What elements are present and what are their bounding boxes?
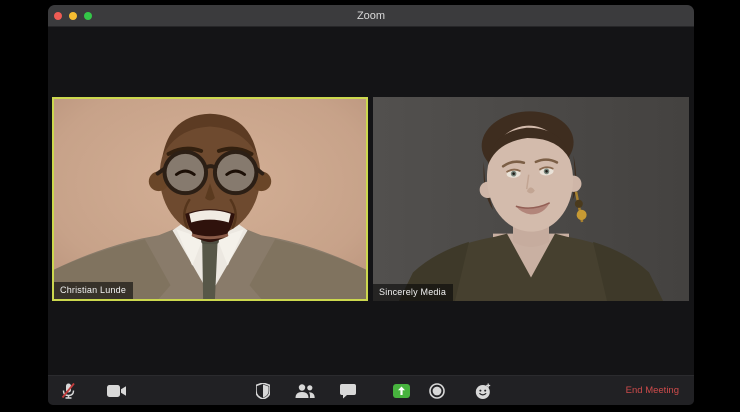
chat-bubble-icon [340,383,356,398]
shield-icon [256,383,270,399]
share-screen-button[interactable] [386,376,416,405]
end-meeting-button[interactable]: End Meeting [626,376,679,405]
meeting-toolbar: End Meeting [48,375,694,405]
record-button[interactable] [422,376,452,405]
start-video-button[interactable] [101,376,131,405]
share-screen-icon [392,384,410,398]
participant-name-label: Christian Lunde [54,282,134,299]
participant-video-sincerely-media [373,97,689,301]
record-icon [429,383,445,399]
video-camera-icon [106,385,126,397]
security-button[interactable] [248,376,278,405]
reactions-icon [475,383,490,399]
microphone-muted-icon [61,382,75,399]
video-tile-sincerely-media[interactable]: Sincerely Media [373,97,689,301]
titlebar: Zoom [48,5,694,27]
chat-button[interactable] [333,376,363,405]
participant-name-label: Sincerely Media [373,284,454,301]
video-stage: Christian Lunde Sincerely Media [48,27,694,375]
window-title: Zoom [356,10,386,22]
participants-icon [295,384,315,398]
reactions-button[interactable] [468,376,498,405]
participants-button[interactable] [290,376,320,405]
video-tile-christian-lunde[interactable]: Christian Lunde [52,97,368,301]
mute-button[interactable] [53,376,83,405]
zoom-app-window: Zoom Christian Lunde Sincerely Media End… [48,5,694,405]
participant-video-christian-lunde [54,99,366,299]
